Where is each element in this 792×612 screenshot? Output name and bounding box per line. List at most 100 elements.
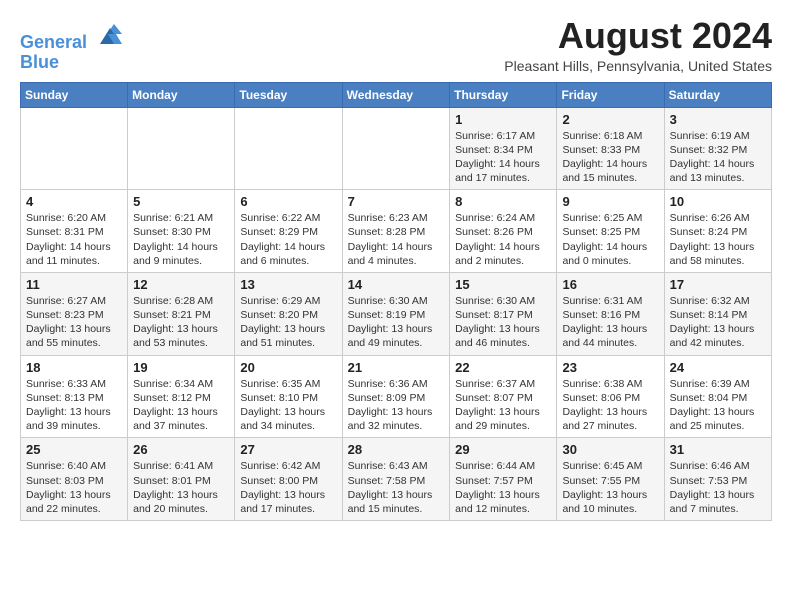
day-number: 30 <box>562 442 658 457</box>
day-info: Sunrise: 6:30 AM Sunset: 8:17 PM Dayligh… <box>455 294 551 351</box>
table-row: 3 Sunrise: 6:19 AM Sunset: 8:32 PM Daylig… <box>664 107 771 190</box>
logo-icon <box>94 20 124 48</box>
day-info: Sunrise: 6:20 AM Sunset: 8:31 PM Dayligh… <box>26 211 122 268</box>
day-number: 11 <box>26 277 122 292</box>
day-number: 25 <box>26 442 122 457</box>
table-row: 17Sunrise: 6:32 AM Sunset: 8:14 PM Dayli… <box>664 272 771 355</box>
col-monday: Monday <box>128 82 235 107</box>
col-saturday: Saturday <box>664 82 771 107</box>
day-number: 31 <box>670 442 766 457</box>
table-row <box>342 107 450 190</box>
col-tuesday: Tuesday <box>235 82 342 107</box>
table-row: 18 Sunrise: 6:33 AM Sunset: 8:13 PM Dayli… <box>21 355 128 438</box>
month-year-title: August 2024 <box>504 16 772 56</box>
table-row: 7 Sunrise: 6:23 AM Sunset: 8:28 PM Daylig… <box>342 190 450 273</box>
day-number: 27 <box>240 442 336 457</box>
day-info: Sunrise: 6:17 AM Sunset: 8:34 PM Dayligh… <box>455 129 551 186</box>
day-number: 26 <box>133 442 229 457</box>
day-info: Sunrise: 6:28 AM Sunset: 8:21 PM Dayligh… <box>133 294 229 351</box>
calendar-week-row: 25 Sunrise: 6:40 AM Sunset: 8:03 PM Dayli… <box>21 438 772 521</box>
table-row: 22 Sunrise: 6:37 AM Sunset: 8:07 PM Dayli… <box>450 355 557 438</box>
day-info: Sunrise: 6:29 AM Sunset: 8:20 PM Dayligh… <box>240 294 336 351</box>
day-number: 18 <box>26 360 122 375</box>
day-info: Sunrise: 6:26 AM Sunset: 8:24 PM Dayligh… <box>670 211 766 268</box>
day-info: Sunrise: 6:35 AM Sunset: 8:10 PM Dayligh… <box>240 377 336 434</box>
table-row <box>21 107 128 190</box>
day-number: 3 <box>670 112 766 127</box>
day-number: 21 <box>348 360 445 375</box>
day-info: Sunrise: 6:43 AM Sunset: 7:58 PM Dayligh… <box>348 459 445 516</box>
table-row: 16 Sunrise: 6:31 AM Sunset: 8:16 PM Dayli… <box>557 272 664 355</box>
day-info: Sunrise: 6:32 AM Sunset: 8:14 PM Dayligh… <box>670 294 766 351</box>
day-info: Sunrise: 6:45 AM Sunset: 7:55 PM Dayligh… <box>562 459 658 516</box>
table-row: 19Sunrise: 6:34 AM Sunset: 8:12 PM Dayli… <box>128 355 235 438</box>
table-row: 30 Sunrise: 6:45 AM Sunset: 7:55 PM Dayli… <box>557 438 664 521</box>
day-number: 8 <box>455 194 551 209</box>
table-row: 9 Sunrise: 6:25 AM Sunset: 8:25 PM Daylig… <box>557 190 664 273</box>
table-row: 8 Sunrise: 6:24 AM Sunset: 8:26 PM Daylig… <box>450 190 557 273</box>
day-info: Sunrise: 6:42 AM Sunset: 8:00 PM Dayligh… <box>240 459 336 516</box>
day-info: Sunrise: 6:27 AM Sunset: 8:23 PM Dayligh… <box>26 294 122 351</box>
logo-subtext: Blue <box>20 53 124 73</box>
day-info: Sunrise: 6:40 AM Sunset: 8:03 PM Dayligh… <box>26 459 122 516</box>
table-row: 27 Sunrise: 6:42 AM Sunset: 8:00 PM Dayli… <box>235 438 342 521</box>
day-info: Sunrise: 6:21 AM Sunset: 8:30 PM Dayligh… <box>133 211 229 268</box>
calendar-week-row: 4 Sunrise: 6:20 AM Sunset: 8:31 PM Daylig… <box>21 190 772 273</box>
table-row: 6 Sunrise: 6:22 AM Sunset: 8:29 PM Daylig… <box>235 190 342 273</box>
day-number: 1 <box>455 112 551 127</box>
table-row: 5 Sunrise: 6:21 AM Sunset: 8:30 PM Daylig… <box>128 190 235 273</box>
table-row: 4 Sunrise: 6:20 AM Sunset: 8:31 PM Daylig… <box>21 190 128 273</box>
day-number: 13 <box>240 277 336 292</box>
day-info: Sunrise: 6:41 AM Sunset: 8:01 PM Dayligh… <box>133 459 229 516</box>
day-number: 10 <box>670 194 766 209</box>
day-number: 22 <box>455 360 551 375</box>
day-info: Sunrise: 6:30 AM Sunset: 8:19 PM Dayligh… <box>348 294 445 351</box>
day-info: Sunrise: 6:36 AM Sunset: 8:09 PM Dayligh… <box>348 377 445 434</box>
table-row: 31 Sunrise: 6:46 AM Sunset: 7:53 PM Dayli… <box>664 438 771 521</box>
day-info: Sunrise: 6:37 AM Sunset: 8:07 PM Dayligh… <box>455 377 551 434</box>
day-number: 6 <box>240 194 336 209</box>
table-row: 26 Sunrise: 6:41 AM Sunset: 8:01 PM Dayli… <box>128 438 235 521</box>
table-row: 2Sunrise: 6:18 AM Sunset: 8:33 PM Daylig… <box>557 107 664 190</box>
table-row: 21 Sunrise: 6:36 AM Sunset: 8:09 PM Dayli… <box>342 355 450 438</box>
header: General Blue August 2024 Pleasant Hills,… <box>20 16 772 74</box>
day-number: 14 <box>348 277 445 292</box>
day-info: Sunrise: 6:31 AM Sunset: 8:16 PM Dayligh… <box>562 294 658 351</box>
day-number: 20 <box>240 360 336 375</box>
day-number: 16 <box>562 277 658 292</box>
day-number: 23 <box>562 360 658 375</box>
day-info: Sunrise: 6:25 AM Sunset: 8:25 PM Dayligh… <box>562 211 658 268</box>
day-number: 12 <box>133 277 229 292</box>
col-sunday: Sunday <box>21 82 128 107</box>
table-row: 14 Sunrise: 6:30 AM Sunset: 8:19 PM Dayli… <box>342 272 450 355</box>
logo-text: General <box>20 20 124 53</box>
calendar-table: Sunday Monday Tuesday Wednesday Thursday… <box>20 82 772 521</box>
day-number: 5 <box>133 194 229 209</box>
day-number: 29 <box>455 442 551 457</box>
day-info: Sunrise: 6:39 AM Sunset: 8:04 PM Dayligh… <box>670 377 766 434</box>
day-info: Sunrise: 6:46 AM Sunset: 7:53 PM Dayligh… <box>670 459 766 516</box>
day-number: 7 <box>348 194 445 209</box>
table-row: 29Sunrise: 6:44 AM Sunset: 7:57 PM Dayli… <box>450 438 557 521</box>
table-row: 10 Sunrise: 6:26 AM Sunset: 8:24 PM Dayli… <box>664 190 771 273</box>
logo: General Blue <box>20 20 124 73</box>
table-row: 25 Sunrise: 6:40 AM Sunset: 8:03 PM Dayli… <box>21 438 128 521</box>
day-info: Sunrise: 6:19 AM Sunset: 8:32 PM Dayligh… <box>670 129 766 186</box>
day-info: Sunrise: 6:34 AM Sunset: 8:12 PM Dayligh… <box>133 377 229 434</box>
day-number: 4 <box>26 194 122 209</box>
table-row: 1 Sunrise: 6:17 AM Sunset: 8:34 PM Daylig… <box>450 107 557 190</box>
day-info: Sunrise: 6:18 AM Sunset: 8:33 PM Dayligh… <box>562 129 658 186</box>
day-number: 9 <box>562 194 658 209</box>
day-info: Sunrise: 6:24 AM Sunset: 8:26 PM Dayligh… <box>455 211 551 268</box>
calendar-week-row: 18 Sunrise: 6:33 AM Sunset: 8:13 PM Dayli… <box>21 355 772 438</box>
day-number: 15 <box>455 277 551 292</box>
location-subtitle: Pleasant Hills, Pennsylvania, United Sta… <box>504 58 772 74</box>
day-info: Sunrise: 6:23 AM Sunset: 8:28 PM Dayligh… <box>348 211 445 268</box>
calendar-header-row: Sunday Monday Tuesday Wednesday Thursday… <box>21 82 772 107</box>
day-info: Sunrise: 6:33 AM Sunset: 8:13 PM Dayligh… <box>26 377 122 434</box>
table-row <box>235 107 342 190</box>
col-wednesday: Wednesday <box>342 82 450 107</box>
day-number: 28 <box>348 442 445 457</box>
col-friday: Friday <box>557 82 664 107</box>
day-info: Sunrise: 6:22 AM Sunset: 8:29 PM Dayligh… <box>240 211 336 268</box>
